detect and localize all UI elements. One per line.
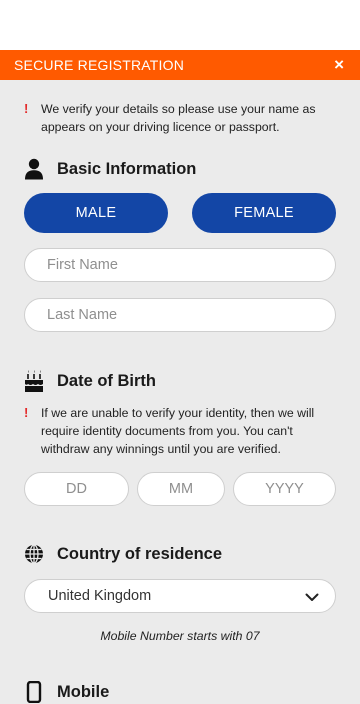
registration-header: SECURE REGISTRATION ×: [0, 50, 360, 80]
date-of-birth-heading: Date of Birth: [24, 369, 156, 393]
mobile-number-hint: Mobile Number starts with 07: [100, 629, 260, 643]
last-name-input[interactable]: [25, 307, 335, 323]
birth-day-input[interactable]: [25, 481, 128, 497]
country-of-residence-heading: Country of residence: [24, 542, 222, 566]
birth-year-field[interactable]: [233, 472, 336, 506]
first-name-input[interactable]: [25, 257, 335, 273]
last-name-field[interactable]: [24, 298, 336, 332]
mobile-phone-icon: [24, 681, 44, 703]
mobile-heading: Mobile: [24, 680, 109, 704]
globe-icon: [24, 543, 44, 565]
name-notice: ! We verify your details so please use y…: [24, 100, 340, 136]
basic-information-title: Basic Information: [57, 159, 197, 178]
close-icon[interactable]: ×: [334, 56, 344, 73]
country-select[interactable]: United Kingdom: [24, 579, 336, 613]
dob-notice-text: If we are unable to verify your identity…: [41, 406, 315, 456]
chevron-down-icon: [305, 589, 319, 607]
birth-month-input[interactable]: [138, 481, 224, 497]
name-notice-text: We verify your details so please use you…: [41, 102, 316, 134]
birth-month-field[interactable]: [137, 472, 225, 506]
female-button[interactable]: FEMALE: [192, 193, 336, 233]
birthday-cake-icon: [24, 370, 44, 392]
basic-information-heading: Basic Information: [24, 157, 196, 181]
male-button[interactable]: MALE: [24, 193, 168, 233]
first-name-field[interactable]: [24, 248, 336, 282]
warning-icon: !: [24, 101, 29, 116]
person-icon: [24, 158, 44, 180]
top-blank-area: [0, 0, 360, 50]
country-of-residence-title: Country of residence: [57, 544, 223, 563]
country-selected-value: United Kingdom: [48, 588, 152, 604]
date-of-birth-title: Date of Birth: [57, 371, 156, 390]
birth-year-input[interactable]: [234, 481, 335, 497]
header-title: SECURE REGISTRATION: [14, 57, 185, 73]
dob-notice: ! If we are unable to verify your identi…: [24, 404, 340, 458]
mobile-title: Mobile: [57, 682, 110, 701]
warning-icon: !: [24, 405, 29, 420]
birth-day-field[interactable]: [24, 472, 129, 506]
